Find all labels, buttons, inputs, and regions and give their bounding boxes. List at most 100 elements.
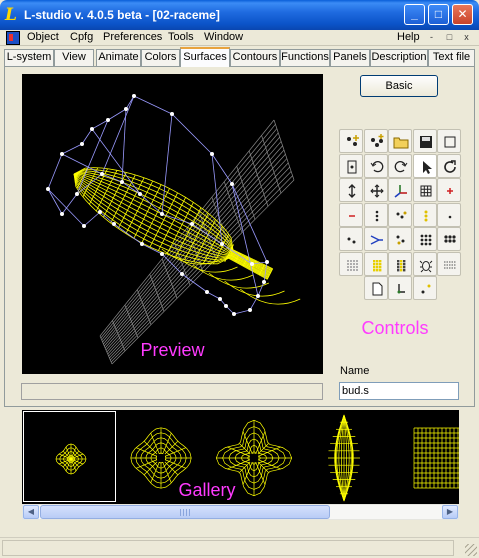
open-folder-icon bbox=[393, 137, 409, 149]
control-button-red-minus[interactable] bbox=[339, 202, 363, 227]
single-dot-icon bbox=[448, 215, 452, 218]
control-button-grid[interactable] bbox=[412, 178, 437, 202]
control-button-two-dots[interactable] bbox=[339, 227, 363, 251]
control-button-gray-grid[interactable] bbox=[339, 251, 363, 276]
status-bar bbox=[0, 537, 479, 558]
dot-grid-dense-icon bbox=[444, 235, 456, 243]
document-icon[interactable] bbox=[6, 31, 20, 45]
tab-view[interactable]: View bbox=[54, 49, 94, 66]
control-button-vertical-move[interactable] bbox=[339, 178, 363, 202]
control-button-yellow-dots[interactable] bbox=[412, 202, 437, 227]
tab-functions[interactable]: Functions bbox=[280, 49, 330, 66]
menu-cpfg[interactable]: Cpfg bbox=[70, 31, 93, 43]
save-disk-icon bbox=[419, 136, 432, 148]
center-icon bbox=[347, 160, 357, 173]
name-input[interactable] bbox=[339, 382, 459, 400]
grid-lines-icon bbox=[444, 261, 456, 268]
diagonal-dots-icon bbox=[421, 284, 430, 294]
gallery-label: Gallery bbox=[178, 480, 236, 500]
tab-description[interactable]: Description bbox=[370, 49, 428, 66]
control-button-bug[interactable] bbox=[412, 251, 437, 276]
move-cross-icon bbox=[369, 184, 384, 198]
control-button-center[interactable] bbox=[339, 153, 363, 178]
tab-l-system[interactable]: L-system bbox=[4, 49, 54, 66]
menu-object[interactable]: Object bbox=[27, 31, 59, 43]
tab-colors[interactable]: Colors bbox=[141, 49, 180, 66]
mdi-close-button[interactable]: x bbox=[460, 32, 473, 44]
basic-button[interactable]: Basic bbox=[360, 75, 438, 97]
resize-grip-icon[interactable] bbox=[465, 544, 477, 556]
preview-canvas[interactable]: Preview bbox=[22, 74, 323, 374]
control-button-yellow-grid-b[interactable] bbox=[388, 251, 412, 276]
controls-label: Controls bbox=[361, 318, 429, 338]
control-button-page[interactable] bbox=[363, 276, 388, 300]
tab-panels[interactable]: Panels bbox=[330, 49, 370, 66]
control-button-three-dots[interactable] bbox=[388, 227, 412, 251]
control-button-dot-grid[interactable] bbox=[412, 227, 437, 251]
square-icon bbox=[444, 136, 456, 148]
control-button-square[interactable] bbox=[437, 129, 461, 153]
control-button-arrow-split[interactable] bbox=[363, 227, 388, 251]
control-button-single-dot[interactable] bbox=[437, 202, 461, 227]
surface-wireframe bbox=[46, 94, 301, 365]
gallery-scrollbar[interactable]: ◀ ▶ bbox=[22, 504, 459, 520]
two-dots-icon bbox=[347, 237, 356, 244]
control-button-dots-diagonal[interactable] bbox=[388, 202, 412, 227]
control-button-undo[interactable] bbox=[363, 153, 388, 178]
tab-surfaces[interactable]: Surfaces bbox=[180, 47, 230, 67]
tab-contours[interactable]: Contours bbox=[230, 49, 280, 66]
page-icon bbox=[372, 282, 382, 296]
control-button-yellow-grid[interactable] bbox=[363, 251, 388, 276]
close-button[interactable]: ✕ bbox=[452, 4, 473, 25]
tab-strip: L-system View Animate Colors Surfaces Co… bbox=[4, 47, 475, 67]
scroll-thumb[interactable] bbox=[40, 505, 330, 519]
title-bar[interactable]: L L-studio v. 4.0.5 beta - [02-raceme] _… bbox=[0, 0, 479, 30]
control-button-open-folder[interactable] bbox=[388, 129, 412, 153]
control-button-dot-grid-dense[interactable] bbox=[437, 227, 461, 251]
preview-label: Preview bbox=[140, 340, 205, 360]
scroll-left-button[interactable]: ◀ bbox=[23, 505, 39, 519]
mdi-restore-button[interactable]: □ bbox=[443, 32, 456, 44]
control-button-red-plus[interactable] bbox=[437, 178, 461, 202]
control-button-grid-lines[interactable] bbox=[437, 251, 461, 276]
control-button-redo[interactable] bbox=[388, 153, 412, 178]
menu-help[interactable]: Help bbox=[397, 31, 420, 43]
menu-window[interactable]: Window bbox=[204, 31, 243, 43]
corner-icon bbox=[397, 284, 405, 294]
yellow-grid-b-icon bbox=[397, 259, 406, 271]
control-button-dots-vertical[interactable] bbox=[363, 202, 388, 227]
gray-grid-icon bbox=[347, 259, 358, 271]
control-button-axes[interactable] bbox=[388, 178, 412, 202]
arrow-split-icon bbox=[370, 235, 383, 245]
add-point-icon bbox=[347, 135, 359, 146]
control-button-pointer[interactable] bbox=[412, 153, 437, 178]
menu-tools[interactable]: Tools bbox=[168, 31, 194, 43]
menu-bar: Object Cpfg Preferences Tools Window Hel… bbox=[0, 30, 479, 46]
pointer-icon bbox=[422, 160, 432, 174]
control-button-diagonal-dots[interactable] bbox=[412, 276, 437, 300]
minimize-button[interactable]: _ bbox=[404, 4, 425, 25]
vertical-move-icon bbox=[348, 184, 356, 198]
dots-diagonal-icon bbox=[396, 211, 407, 218]
tab-animate[interactable]: Animate bbox=[96, 49, 141, 66]
control-button-refresh[interactable] bbox=[437, 153, 461, 178]
control-button-move-cross[interactable] bbox=[363, 178, 388, 202]
maximize-button[interactable]: □ bbox=[428, 4, 449, 25]
app-logo-icon: L bbox=[5, 5, 17, 25]
scroll-right-button[interactable]: ▶ bbox=[442, 505, 458, 519]
axes-icon bbox=[394, 185, 407, 198]
progress-bar bbox=[21, 383, 323, 400]
control-button-add-point[interactable] bbox=[339, 129, 363, 153]
control-button-corner[interactable] bbox=[388, 276, 412, 300]
name-label: Name bbox=[340, 365, 370, 377]
add-points-icon bbox=[370, 134, 383, 147]
control-button-add-points[interactable] bbox=[363, 129, 388, 153]
gallery-canvas[interactable]: Gallery bbox=[22, 410, 459, 504]
dots-vertical-icon bbox=[375, 210, 378, 221]
red-minus-icon bbox=[349, 214, 355, 217]
mdi-minimize-button[interactable]: - bbox=[425, 32, 438, 44]
control-button-save-disk[interactable] bbox=[412, 129, 437, 153]
tab-text-file[interactable]: Text file bbox=[428, 49, 475, 66]
status-cell bbox=[2, 540, 454, 556]
menu-preferences[interactable]: Preferences bbox=[103, 31, 162, 43]
